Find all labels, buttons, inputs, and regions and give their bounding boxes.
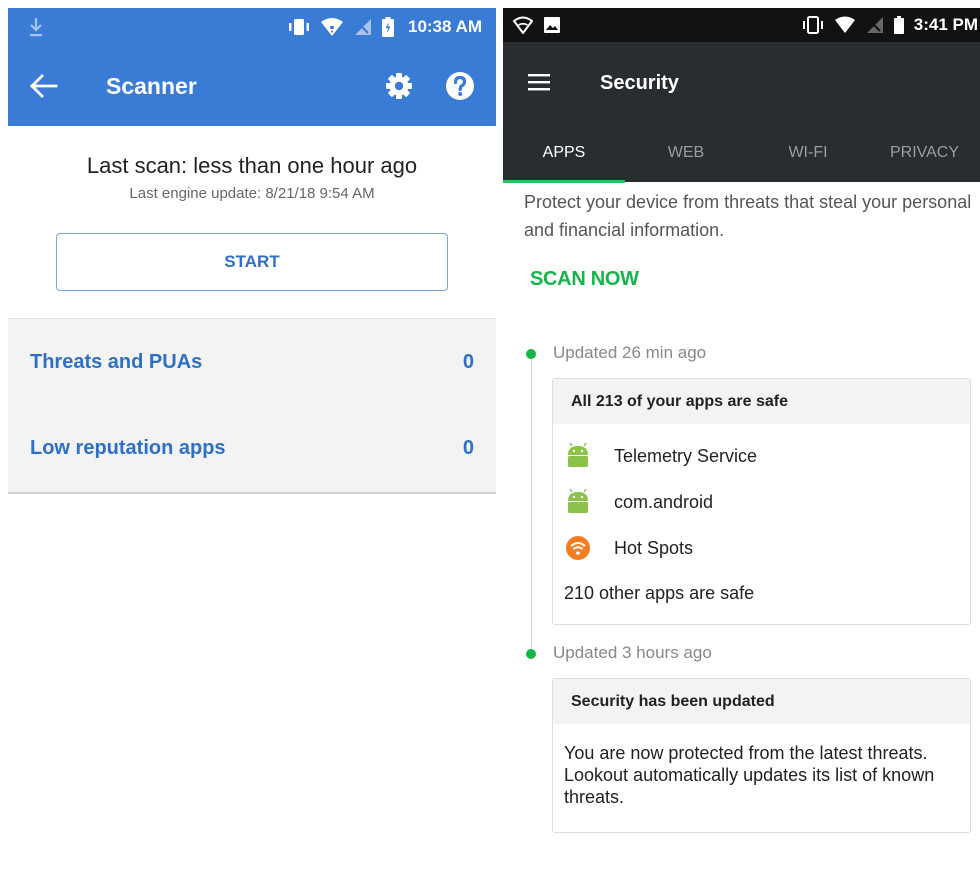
timeline-dot — [526, 349, 536, 359]
android-icon — [568, 489, 588, 513]
tab-web[interactable]: WEB — [625, 124, 747, 182]
app-bar: Security — [503, 42, 980, 124]
tab-privacy[interactable]: PRIVACY — [869, 124, 980, 182]
gear-icon[interactable] — [384, 71, 414, 101]
timeline-line — [531, 355, 532, 651]
app-name: com.android — [614, 491, 714, 512]
updated-time-text: Updated 26 min ago — [553, 343, 707, 362]
image-icon — [544, 17, 560, 33]
tab-apps[interactable]: APPS — [503, 124, 625, 182]
card-body-text: You are now protected from the latest th… — [564, 743, 935, 807]
signal-icon — [354, 19, 371, 35]
signal-icon — [866, 17, 883, 33]
results-list: Threats and PUAs 0 Low reputation apps 0 — [8, 318, 496, 492]
other-apps-text: 210 other apps are safe — [564, 583, 755, 603]
scanner-screen: 10:38 AM Scanner Last scan: less than on… — [8, 8, 496, 871]
android-icon — [568, 443, 588, 467]
scan-summary: Last scan: less than one hour ago Last e… — [8, 126, 496, 318]
page-title: Security — [600, 72, 679, 94]
security-screen: 3:41 PM Security APPS WEB WI-FI PRIVACY … — [503, 8, 980, 871]
card-title: All 213 of your apps are safe — [553, 379, 970, 424]
card-title: Security has been updated — [553, 679, 970, 724]
wifi-outline-icon — [513, 16, 533, 34]
back-arrow-icon[interactable] — [30, 73, 58, 99]
wifi-hotspot-icon — [566, 536, 590, 560]
battery-icon — [381, 17, 394, 37]
download-icon — [30, 18, 42, 37]
active-tab-indicator — [503, 180, 625, 183]
list-item[interactable]: Hot Spots — [553, 525, 972, 571]
last-scan-text: Last scan: less than one hour ago — [86, 153, 418, 178]
list-item[interactable]: com.android — [553, 479, 972, 525]
vibrate-icon — [802, 16, 823, 34]
status-bar: 3:41 PM — [503, 8, 980, 42]
clock: 3:41 PM — [913, 15, 978, 34]
engine-update-text: Last engine update: 8/21/18 9:54 AM — [129, 185, 375, 202]
app-bar: Scanner — [8, 46, 496, 126]
app-name: Telemetry Service — [614, 445, 758, 466]
battery-icon — [893, 16, 904, 34]
security-updated-card: Security has been updated You are now pr… — [552, 678, 971, 833]
hamburger-menu-icon[interactable] — [528, 73, 550, 91]
wifi-icon — [320, 18, 343, 36]
threats-count: 0 — [462, 350, 474, 373]
divider — [8, 492, 496, 494]
status-bar: 10:38 AM — [8, 8, 496, 46]
wifi-icon — [834, 16, 855, 33]
updated-time-text: Updated 3 hours ago — [553, 643, 712, 662]
clock: 10:38 AM — [407, 17, 482, 36]
list-item[interactable]: Telemetry Service — [553, 433, 972, 479]
low-reputation-row[interactable]: Low reputation apps 0 — [8, 405, 496, 491]
low-reputation-label: Low reputation apps — [30, 436, 226, 459]
intro-text: Protect your device from threats that st… — [524, 192, 972, 240]
page-title: Scanner — [106, 73, 197, 99]
apps-safe-card: All 213 of your apps are safe Telemetry … — [552, 378, 971, 625]
timeline-dot — [526, 649, 536, 659]
tab-bar: APPS WEB WI-FI PRIVACY — [503, 124, 980, 182]
app-name: Hot Spots — [614, 537, 694, 558]
vibrate-icon — [288, 19, 309, 35]
tab-wifi[interactable]: WI-FI — [747, 124, 869, 182]
low-reputation-count: 0 — [462, 436, 474, 459]
help-icon[interactable] — [445, 71, 475, 101]
scan-now-button[interactable]: SCAN NOW — [530, 268, 639, 291]
threats-label: Threats and PUAs — [30, 350, 203, 373]
start-button[interactable]: START — [56, 233, 448, 291]
threats-row[interactable]: Threats and PUAs 0 — [8, 319, 496, 405]
